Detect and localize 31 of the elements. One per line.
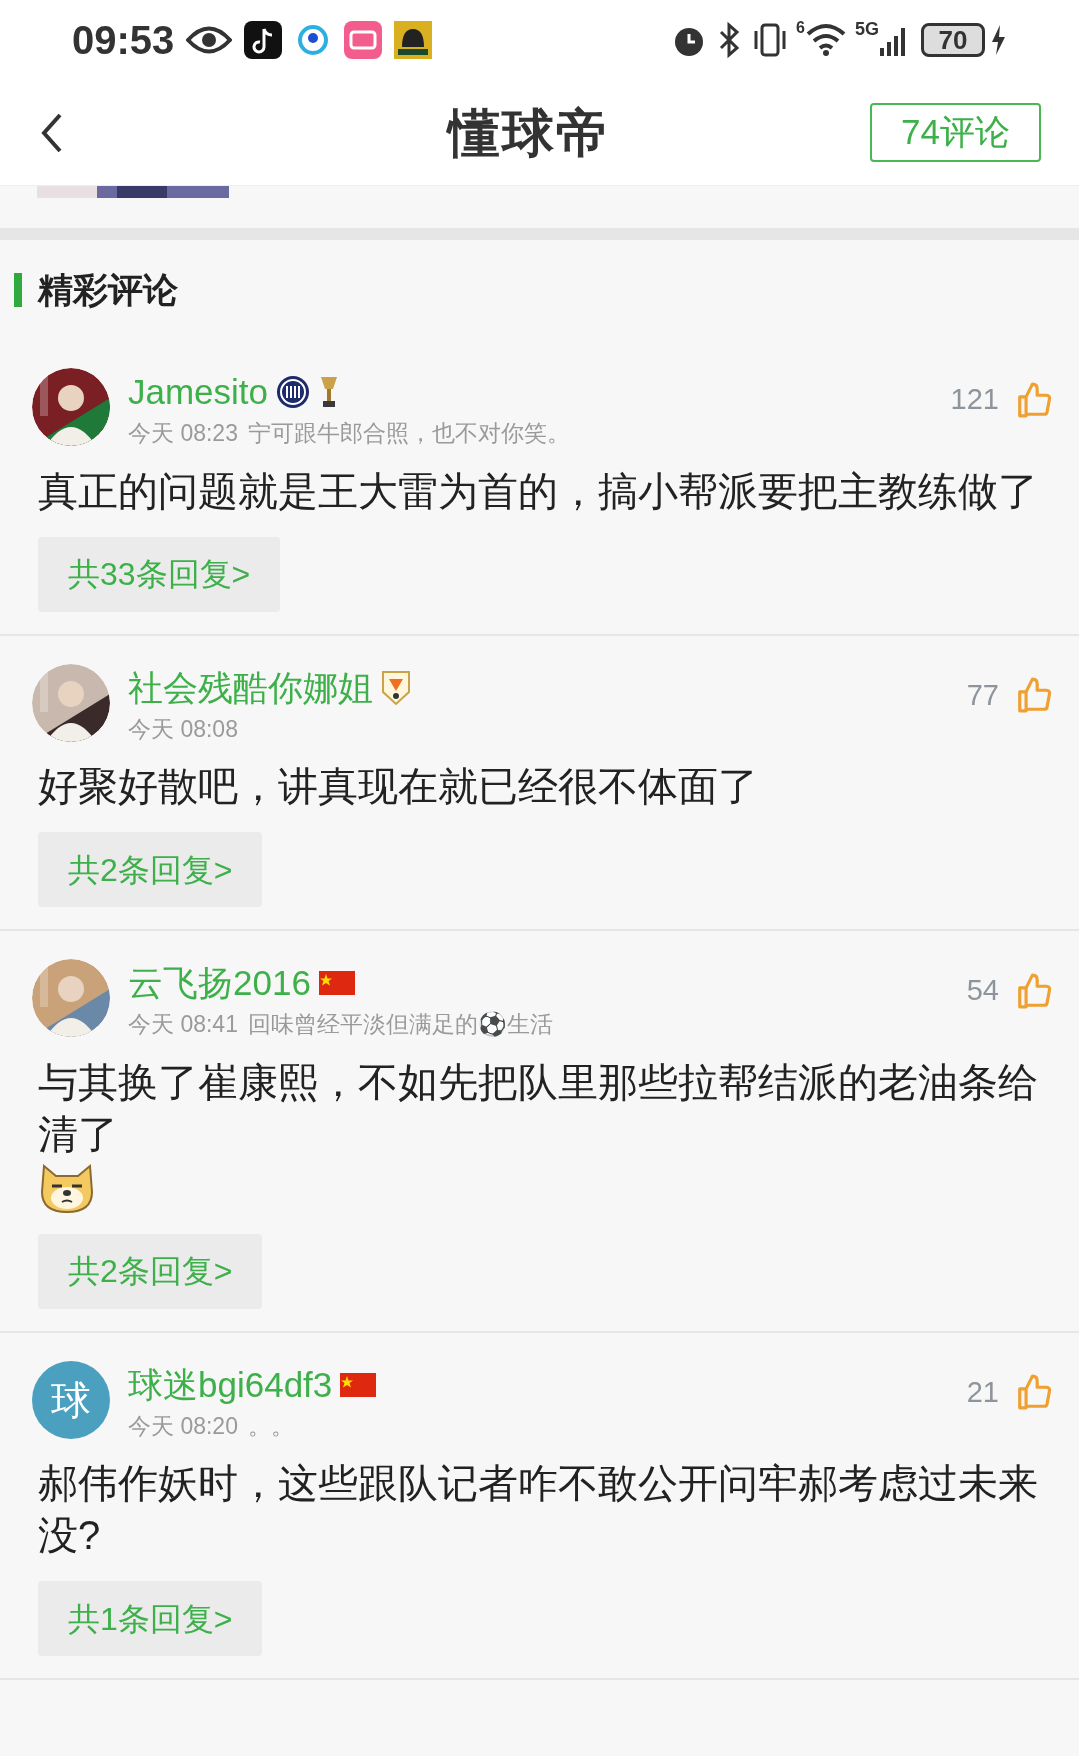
user-signature: 宁可跟牛郎合照，也不对你笑。 bbox=[247, 419, 570, 448]
comment-text: 与其换了崔康熙，不如先把队里那些拉帮结派的老油条给清了 bbox=[38, 1058, 1039, 1158]
comments-button[interactable]: 74评论 bbox=[870, 103, 1041, 162]
network-type: 5G bbox=[855, 18, 879, 41]
replies-button[interactable]: 共2条回复> bbox=[38, 1233, 263, 1309]
like-count: 121 bbox=[950, 382, 999, 417]
avatar[interactable]: 球 bbox=[32, 1360, 110, 1439]
battery-indicator: 70 bbox=[921, 23, 985, 57]
username[interactable]: 球迷bgi64df3 bbox=[128, 1362, 333, 1407]
app-title: 懂球帝 bbox=[448, 102, 610, 164]
replies-button[interactable]: 共1条回复> bbox=[38, 1581, 263, 1656]
replies-button[interactable]: 共33条回复> bbox=[38, 536, 281, 612]
comment-time: 今天 08:20 bbox=[128, 1411, 238, 1441]
username[interactable]: 云飞扬2016 bbox=[128, 961, 311, 1005]
like-count: 54 bbox=[966, 973, 999, 1008]
username[interactable]: Jamesito bbox=[128, 370, 269, 414]
wifi-tag: 6 bbox=[796, 16, 805, 40]
user-signature: 回味曾经平淡但满足的⚽生活 bbox=[247, 1010, 553, 1039]
username[interactable]: 社会残酷你娜姐 bbox=[128, 665, 373, 710]
user-signature: 。。 bbox=[247, 1411, 294, 1441]
replies-button[interactable]: 共2条回复> bbox=[38, 832, 263, 907]
comment-text: 真正的问题就是王大雷为首的，搞小帮派要把主教练做了 bbox=[38, 467, 1039, 515]
comment-text: 好聚好散吧，讲真现在就已经很不体面了 bbox=[38, 763, 759, 810]
clock: 09:53 bbox=[72, 17, 175, 64]
like-count: 21 bbox=[966, 1374, 999, 1410]
comment-time: 今天 08:08 bbox=[128, 714, 238, 744]
comment-text: 郝伟作妖时，这些跟队记者咋不敢公开问牢郝考虑过未来没? bbox=[38, 1460, 1039, 1559]
section-title: 精彩评论 bbox=[38, 268, 178, 311]
comment-time: 今天 08:41 bbox=[128, 1010, 238, 1039]
like-count: 77 bbox=[966, 677, 999, 713]
comment-time: 今天 08:23 bbox=[128, 419, 238, 448]
